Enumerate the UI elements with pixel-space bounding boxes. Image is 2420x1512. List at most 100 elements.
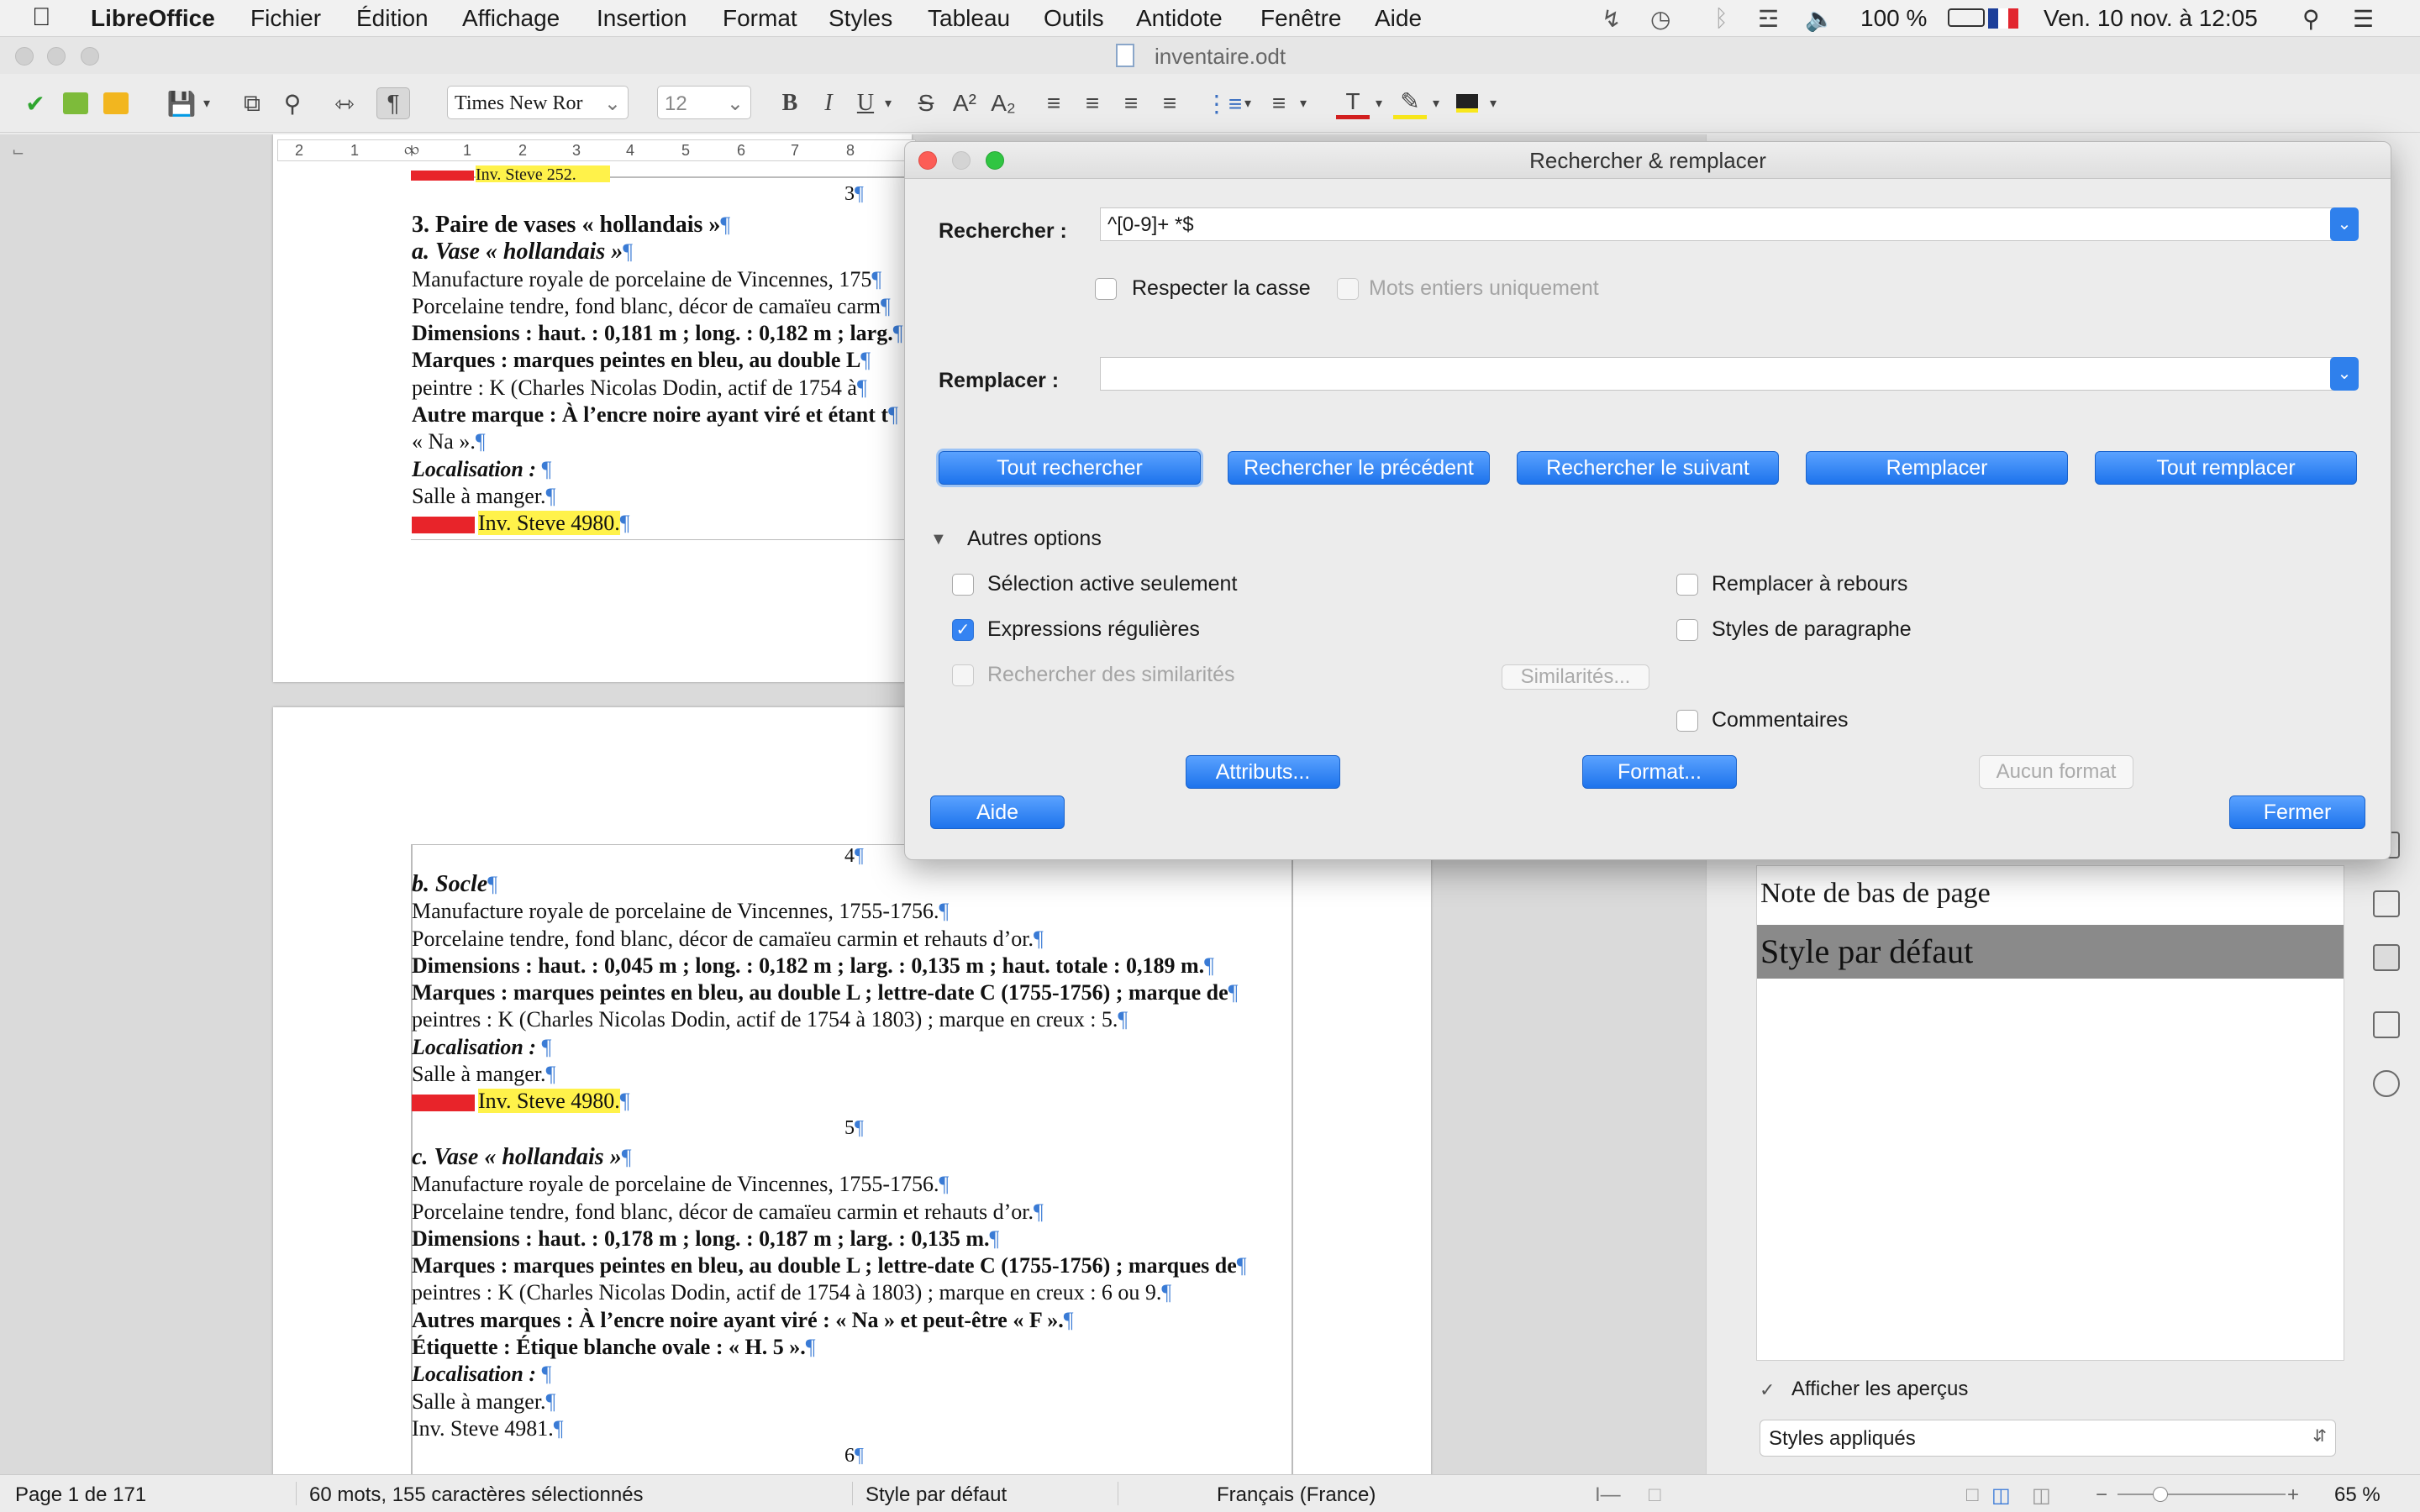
other-options-toggle[interactable]: Autres options (967, 527, 1102, 551)
menu-format[interactable]: Format (723, 5, 797, 32)
bluetooth-icon[interactable]: ᛒ (1714, 5, 1728, 32)
paragraph[interactable]: Manufacture royale de porcelaine de Vinc… (412, 898, 1292, 925)
volume-icon[interactable]: 🔈 (1805, 5, 1834, 33)
menu-fenetre[interactable]: Fenêtre (1260, 5, 1342, 32)
page-count[interactable]: Page 1 de 171 (15, 1483, 146, 1507)
replace-backwards-checkbox[interactable] (1676, 574, 1698, 596)
page-1-text[interactable]: 3. Paire de vases « hollandais »¶ a. Vase… (412, 212, 912, 548)
show-previews-checkbox[interactable]: ✓ (1760, 1379, 1781, 1401)
dialog-minimize-button[interactable] (952, 151, 971, 170)
paragraph[interactable]: Inv. Steve 4981.¶ (412, 1415, 1292, 1442)
no-format-button[interactable]: Aucun format (1979, 755, 2133, 789)
zoom-level[interactable]: 65 % (2334, 1483, 2381, 1507)
bold-icon[interactable]: B (775, 87, 805, 119)
replace-button[interactable]: Remplacer (1806, 451, 2068, 485)
page-2-text-a[interactable]: b. Socle¶ Manufacture royale de porcelain… (412, 871, 1292, 1123)
numbering-dropdown-icon[interactable]: ▾ (1296, 87, 1311, 119)
menu-antidote[interactable]: Antidote (1136, 5, 1223, 32)
menu-fichier[interactable]: Fichier (250, 5, 321, 32)
formatting-marks-icon[interactable]: ¶ (376, 87, 410, 119)
bullets-icon[interactable]: ⋮≡ (1205, 87, 1242, 119)
search-history-dropdown[interactable]: ⌄ (2330, 207, 2359, 241)
menu-tableau[interactable]: Tableau (928, 5, 1010, 32)
highlight-dropdown-icon[interactable]: ▾ (1428, 87, 1444, 119)
paragraph[interactable]: Manufacture royale de porcelaine de Vinc… (412, 1171, 1292, 1198)
paragraph[interactable]: Porcelaine tendre, fond blanc, décor de … (412, 1199, 1292, 1226)
paragraph[interactable]: Manufacture royale de porcelaine de Vinc… (412, 266, 912, 293)
save-dropdown-icon[interactable]: ▾ (198, 87, 215, 119)
link-icon[interactable]: ⇿ (328, 87, 361, 119)
paragraph[interactable]: Localisation : ¶ (412, 1034, 1292, 1061)
comments-checkbox[interactable] (1676, 710, 1698, 732)
zoom-out-icon[interactable]: − (2096, 1483, 2107, 1507)
paragraph[interactable]: Étiquette : Étique blanche ovale : « H. … (412, 1334, 1292, 1361)
indent-marker-icon[interactable]: ⧞ (404, 139, 419, 160)
dialog-zoom-button[interactable] (986, 151, 1004, 170)
close-button[interactable]: Fermer (2229, 795, 2365, 829)
wifi-icon[interactable]: ☲ (1758, 5, 1779, 33)
time-machine-icon[interactable]: ◷ (1650, 5, 1670, 33)
strikethrough-icon[interactable]: S (911, 87, 941, 119)
close-window-button[interactable] (15, 47, 34, 66)
paragraph[interactable]: « Na ».¶ (412, 428, 912, 455)
align-right-icon[interactable]: ≡ (1116, 87, 1146, 119)
attributes-button[interactable]: Attributs... (1186, 755, 1340, 789)
page-style[interactable]: Style par défaut (865, 1483, 1007, 1507)
selection-only-checkbox[interactable] (952, 574, 974, 596)
paragraph[interactable]: Salle à manger.¶ (412, 1389, 1292, 1415)
paragraph[interactable]: Autre marque : À l’encre noire ayant vir… (412, 402, 912, 428)
dialog-close-button[interactable] (918, 151, 937, 170)
paragraph[interactable]: peintres : K (Charles Nicolas Dodin, act… (412, 1006, 1292, 1033)
regex-checkbox[interactable]: ✓ (952, 619, 974, 641)
paragraph-styles-checkbox[interactable] (1676, 619, 1698, 641)
paragraph[interactable]: Dimensions : haut. : 0,181 m ; long. : 0… (412, 320, 912, 347)
paragraph[interactable]: peintres : K (Charles Nicolas Dodin, act… (412, 1279, 1292, 1306)
paragraph[interactable]: Dimensions : haut. : 0,045 m ; long. : 0… (412, 953, 1292, 979)
superscript-icon[interactable]: A² (950, 87, 980, 119)
disclosure-triangle-icon[interactable]: ▼ (930, 530, 947, 549)
page-icon[interactable] (2373, 890, 2400, 917)
paragraph[interactable]: c. Vase « hollandais »¶ (412, 1144, 1292, 1171)
horizontal-ruler[interactable]: 2 1 ⧞ 1 2 3 4 5 6 7 8 (277, 139, 916, 161)
navigator-icon[interactable] (2373, 1070, 2400, 1097)
font-size-combo[interactable]: 12 ⌄ (657, 86, 751, 119)
spotlight-icon[interactable]: ⚲ (2302, 5, 2320, 33)
menu-styles[interactable]: Styles (829, 5, 892, 32)
single-page-view-icon[interactable]: □ (1966, 1483, 1979, 1507)
paragraph[interactable]: Marques : marques peintes en bleu, au do… (412, 1252, 1292, 1279)
zoom-in-icon[interactable]: + (2287, 1483, 2299, 1507)
find-all-button[interactable]: Tout rechercher (939, 451, 1201, 485)
page-2-text-b[interactable]: c. Vase « hollandais »¶ Manufacture royal… (412, 1144, 1292, 1455)
notification-center-icon[interactable]: ☰ (2353, 5, 2374, 33)
italic-icon[interactable]: I (813, 87, 844, 119)
help-button[interactable]: Aide (930, 795, 1065, 829)
book-view-icon[interactable]: ◫ (2032, 1483, 2051, 1508)
document-modified-icon[interactable]: □ (1649, 1483, 1661, 1507)
underline-dropdown-icon[interactable]: ▾ (881, 87, 896, 119)
subscript-icon[interactable]: A₂ (988, 87, 1018, 119)
orange-book-icon[interactable] (99, 87, 133, 119)
check-icon[interactable]: ✔ (18, 87, 52, 119)
whole-words-checkbox[interactable] (1337, 278, 1359, 300)
paragraph[interactable]: Salle à manger.¶ (412, 1061, 1292, 1088)
search-input[interactable]: ^[0-9]+ *$ (1100, 207, 2344, 241)
paragraph[interactable]: Autres marques : À l’encre noire ayant v… (412, 1307, 1292, 1334)
clock[interactable]: Ven. 10 nov. à 12:05 (2044, 5, 2258, 32)
app-menu[interactable]: LibreOffice (91, 5, 215, 32)
insert-mode-icon[interactable]: I— (1595, 1483, 1621, 1507)
font-color-dropdown-icon[interactable]: ▾ (1371, 87, 1386, 119)
menu-edition[interactable]: Édition (356, 5, 429, 32)
menu-outils[interactable]: Outils (1044, 5, 1104, 32)
apple-icon[interactable]:  (32, 3, 51, 32)
paragraph[interactable]: peintre : K (Charles Nicolas Dodin, acti… (412, 375, 912, 402)
replace-history-dropdown[interactable]: ⌄ (2330, 357, 2359, 391)
paragraph[interactable]: Inv. Steve 4980.¶ (412, 1088, 1292, 1115)
numbering-icon[interactable]: ≡ (1264, 87, 1294, 119)
minimize-window-button[interactable] (47, 47, 66, 66)
background-dropdown-icon[interactable]: ▾ (1486, 87, 1501, 119)
multi-page-view-icon[interactable]: ◫ (1991, 1483, 2011, 1508)
background-color-icon[interactable] (1450, 87, 1484, 119)
paragraph[interactable]: Localisation : ¶ (412, 456, 912, 483)
font-color-icon[interactable]: T (1336, 87, 1370, 119)
paragraph[interactable]: Marques : marques peintes en bleu, au do… (412, 347, 912, 374)
